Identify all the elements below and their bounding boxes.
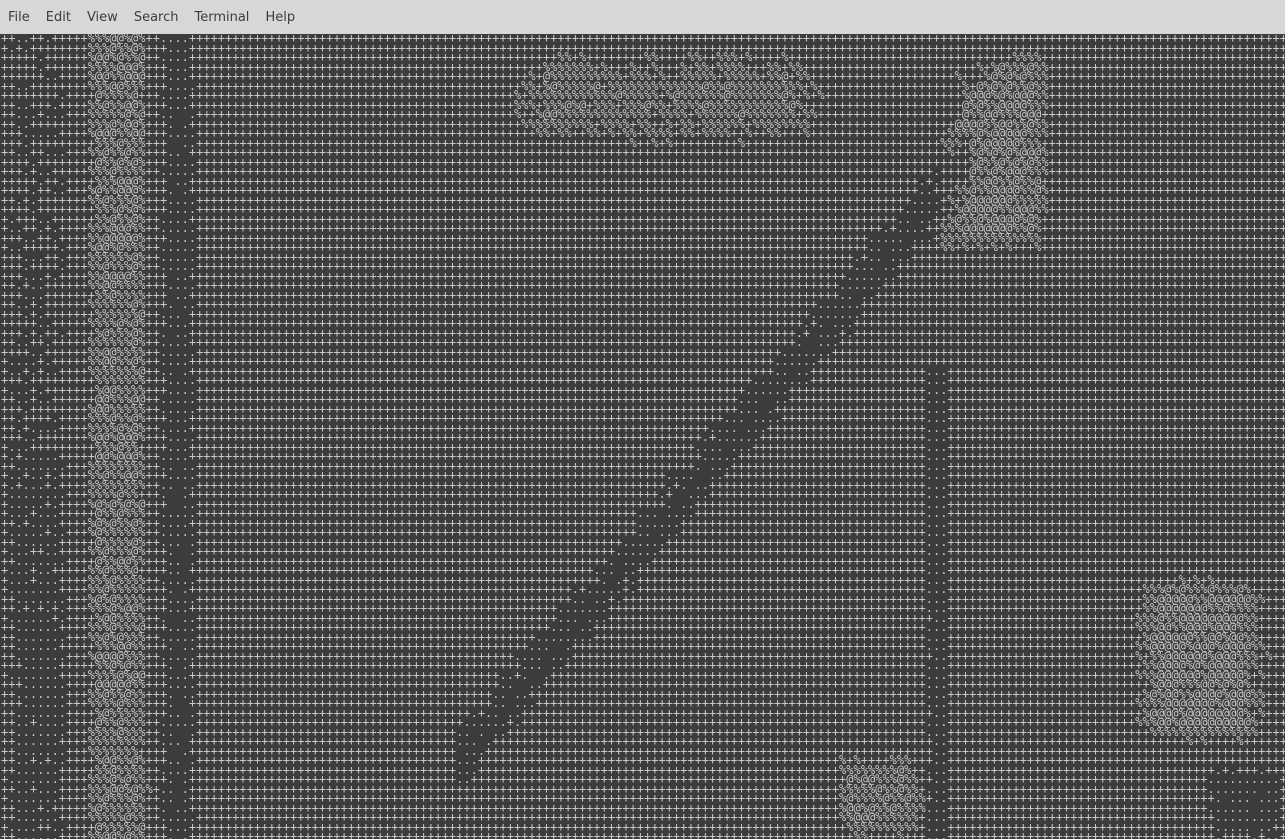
- menu-help[interactable]: Help: [257, 10, 303, 25]
- window-title: ~: [650, 0, 661, 6]
- menu-view[interactable]: View: [79, 10, 126, 25]
- menu-edit[interactable]: Edit: [38, 10, 79, 25]
- menu-terminal[interactable]: Terminal: [186, 10, 257, 25]
- menu-bar: ~ File Edit View Search Terminal Help: [0, 0, 1285, 34]
- menu-search[interactable]: Search: [126, 10, 187, 25]
- menu-file[interactable]: File: [0, 10, 38, 25]
- terminal-output[interactable]: ++..++.+++++%%%@@%@%++....++++++++++++++…: [0, 34, 1285, 839]
- ascii-art: ++..++.+++++%%%@@%@%++....++++++++++++++…: [1, 34, 1285, 839]
